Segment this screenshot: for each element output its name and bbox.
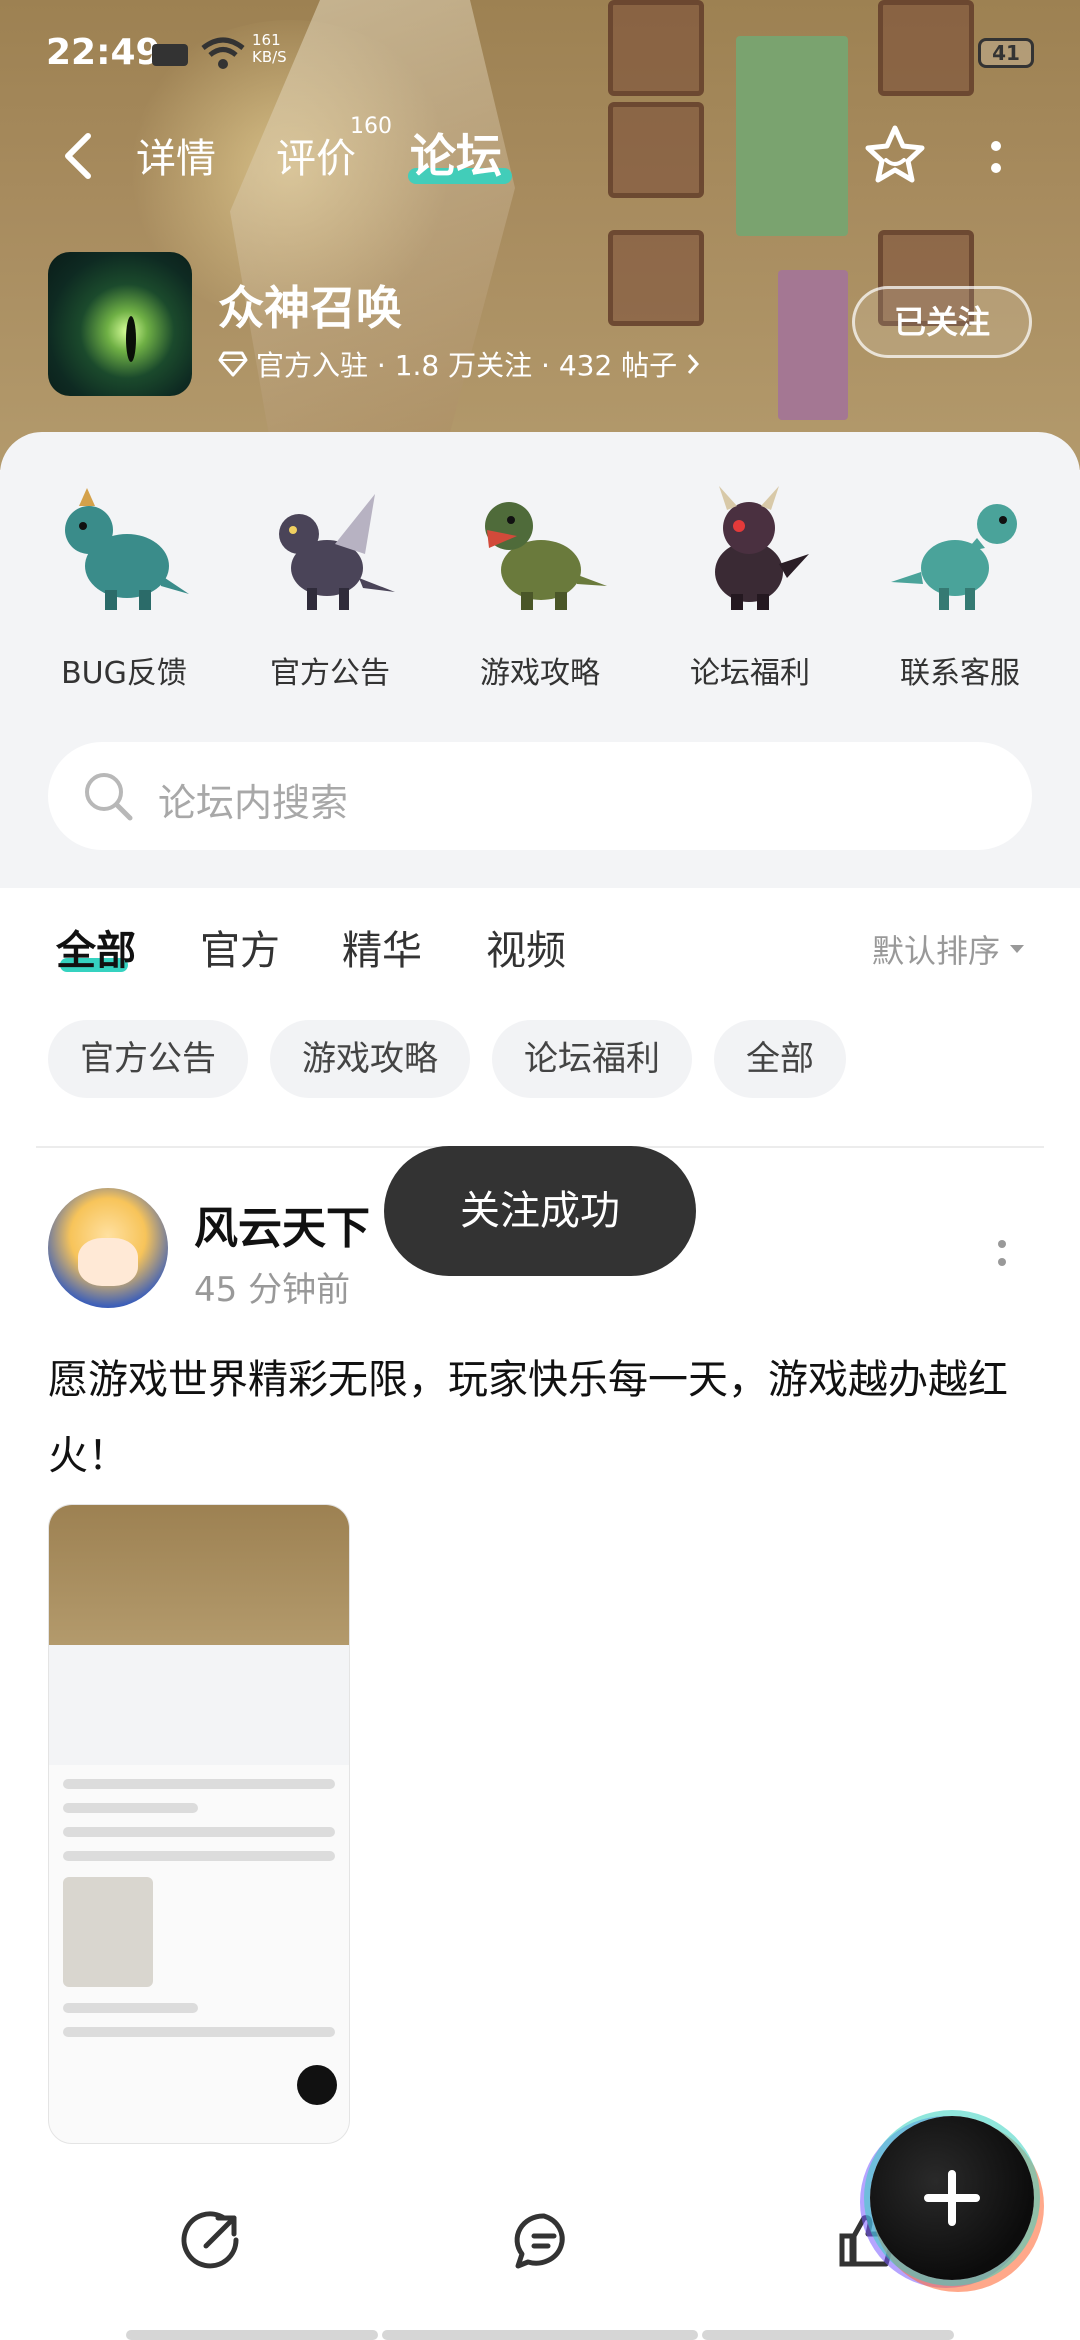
thumbnail-text-line [63, 2027, 335, 2037]
create-post-fab[interactable] [870, 2116, 1034, 2280]
category-label: BUG反馈 [61, 656, 187, 691]
thumbnail-text-line [63, 1803, 198, 1813]
gesture-bar-segment [126, 2330, 378, 2340]
dragon-mascot-icon [279, 494, 395, 610]
network-speed-unit: KB/S [252, 48, 287, 66]
chip-official-announcement[interactable]: 官方公告 [48, 1020, 248, 1098]
thumbnail-text-line [63, 2003, 198, 2013]
app-name: 众神召唤 [218, 281, 402, 335]
category-bug-feedback[interactable]: BUG反馈 [34, 474, 214, 692]
forum-search-bar[interactable]: 论坛内搜索 [48, 742, 1032, 850]
dragon-mascot-icon [485, 502, 607, 610]
filter-tab-video[interactable]: 视频 [486, 918, 566, 976]
chip-game-guide[interactable]: 游戏攻略 [270, 1020, 470, 1098]
category-label: 联系客服 [900, 656, 1020, 691]
network-speed: 161 KB/S [252, 32, 287, 66]
diamond-icon [218, 351, 248, 377]
category-contact-support[interactable]: 联系客服 [870, 474, 1050, 692]
category-label: 游戏攻略 [480, 656, 600, 691]
follow-button[interactable]: 已关注 [852, 286, 1032, 358]
plus-icon [924, 2170, 980, 2226]
category-label: 官方公告 [270, 656, 390, 691]
gesture-bar-segment [382, 2330, 698, 2340]
search-icon [85, 773, 133, 821]
chip-forum-benefits[interactable]: 论坛福利 [492, 1020, 692, 1098]
banner-weapon-slot [778, 270, 848, 420]
app-meta[interactable]: 官方入驻 · 1.8 万关注 · 432 帖子 [218, 344, 701, 384]
thumbnail-text-line [63, 1827, 335, 1837]
wifi-icon [201, 37, 245, 69]
battery-indicator: 41 [978, 38, 1034, 68]
back-arrow-icon[interactable] [58, 130, 98, 182]
post-author[interactable]: 风云天下 [194, 1192, 370, 1256]
dragon-mascot-icon [891, 504, 1017, 610]
thumbnail-fab [297, 2065, 337, 2105]
topic-chip-row: 官方公告 游戏攻略 论坛福利 全部 [48, 1020, 846, 1098]
filter-tab-featured[interactable]: 精华 [342, 918, 422, 976]
dragon-mascot-icon [65, 488, 189, 610]
gesture-bar-segment [702, 2330, 954, 2340]
tab-detail[interactable]: 详情 [136, 126, 216, 184]
forum-category-panel: BUG反馈 官方公告 游戏攻略 论坛福利 联系客服 论坛内搜索 [0, 432, 1080, 888]
category-forum-benefits[interactable]: 论坛福利 [660, 474, 840, 692]
thumbnail-inner-image [63, 1877, 153, 1987]
post-filter-tabs: 全部 官方 精华 视频 默认排序 [0, 912, 1080, 992]
thumbnail-header [49, 1505, 349, 1645]
star-favorite-icon[interactable] [862, 122, 928, 188]
category-game-guide[interactable]: 游戏攻略 [450, 474, 630, 692]
sort-label: 默认排序 [872, 932, 1001, 970]
review-count-badge: 160 [350, 114, 392, 139]
post-image-thumbnail[interactable] [48, 1504, 350, 2144]
thumbnail-text-line [63, 1779, 335, 1789]
tab-forum[interactable]: 论坛 [410, 120, 502, 186]
app-meta-text: 官方入驻 · 1.8 万关注 · 432 帖子 [256, 349, 678, 382]
more-vertical-icon[interactable] [984, 132, 1008, 182]
chevron-right-icon [688, 354, 700, 374]
post-timestamp: 45 分钟前 [194, 1270, 351, 1310]
search-placeholder: 论坛内搜索 [158, 781, 349, 825]
banner-item-tile [608, 230, 704, 326]
avatar[interactable] [48, 1188, 168, 1308]
status-bar: 22:49 161 KB/S 41 [0, 26, 1080, 82]
dragon-mascot-icon [715, 486, 809, 610]
thumbnail-panel [49, 1645, 349, 1765]
category-label: 论坛福利 [690, 656, 810, 691]
sort-dropdown[interactable]: 默认排序 [872, 926, 1026, 972]
category-official-announcement[interactable]: 官方公告 [240, 474, 420, 692]
hd-network-icon [152, 44, 188, 66]
network-speed-value: 161 [252, 31, 281, 49]
filter-tab-official[interactable]: 官方 [200, 918, 280, 976]
status-time: 22:49 [46, 32, 161, 73]
caret-down-icon [1010, 945, 1025, 953]
app-icon [48, 252, 192, 396]
comment-icon[interactable] [512, 2210, 576, 2272]
toast-message: 关注成功 [384, 1146, 696, 1276]
avatar-face [78, 1238, 138, 1286]
filter-tab-all[interactable]: 全部 [56, 918, 136, 976]
tab-review[interactable]: 评价 [276, 126, 356, 184]
post-body[interactable]: 愿游戏世界精彩无限，玩家快乐每一天，游戏越办越红火！ [48, 1342, 1038, 1494]
chip-all[interactable]: 全部 [714, 1020, 846, 1098]
more-vertical-icon[interactable] [992, 1234, 1012, 1274]
thumbnail-text-line [63, 1851, 335, 1861]
top-nav: 详情 评价 160 论坛 [0, 114, 1080, 194]
app-icon-pupil [126, 316, 136, 362]
share-icon[interactable] [180, 2210, 242, 2272]
